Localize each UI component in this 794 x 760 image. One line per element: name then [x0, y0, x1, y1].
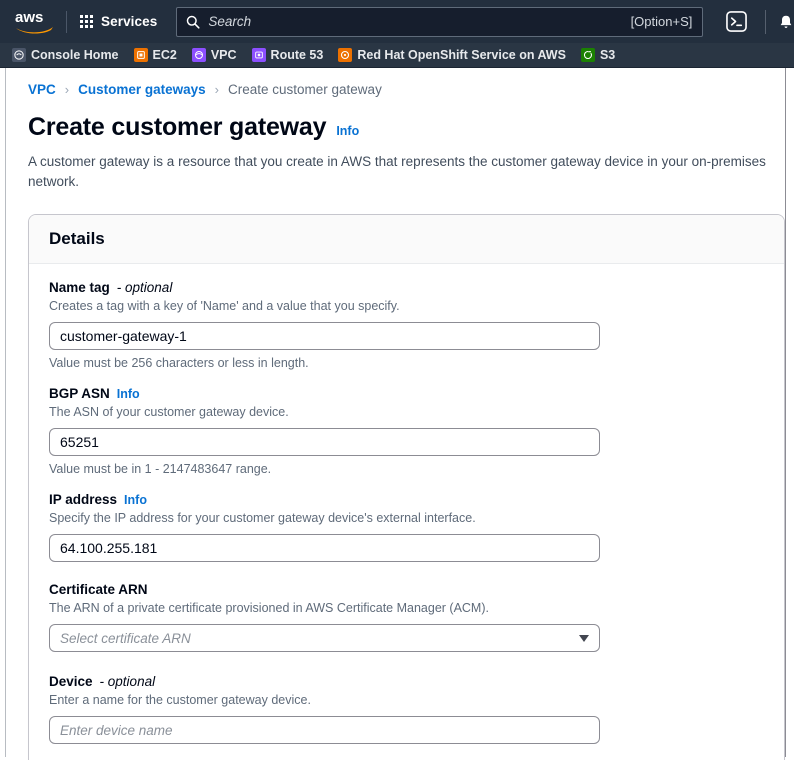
bgp-asn-constraint: Value must be in 1 - 2147483647 range.	[49, 462, 272, 476]
search-icon	[187, 15, 200, 29]
breadcrumb-separator: ›	[214, 82, 219, 97]
nav-right-group	[723, 0, 794, 43]
cloudshell-button[interactable]	[723, 9, 749, 35]
field-name-tag: Name tag - optional Creates a tag with a…	[49, 280, 764, 370]
aws-logo[interactable]: aws	[0, 0, 66, 43]
name-tag-value: customer-gateway-1	[60, 328, 187, 344]
name-tag-input[interactable]: customer-gateway-1	[49, 322, 600, 350]
page-content: VPC › Customer gateways › Create custome…	[0, 68, 794, 760]
field-description: The ARN of a private certificate provisi…	[49, 601, 489, 615]
chevron-down-icon	[579, 634, 589, 642]
bgp-asn-info-link[interactable]: Info	[117, 387, 140, 401]
grid-menu-icon	[80, 15, 93, 28]
ip-address-info-link[interactable]: Info	[124, 493, 147, 507]
top-navigation-bar: aws Services Search [Option+S]	[0, 0, 794, 43]
ip-address-value: 64.100.255.181	[60, 540, 158, 556]
notifications-bell-icon	[780, 15, 792, 28]
fav-label: EC2	[152, 48, 177, 62]
services-label: Services	[101, 14, 158, 29]
global-search-input[interactable]: Search [Option+S]	[176, 6, 704, 37]
field-optional-suffix: - optional	[116, 280, 173, 295]
fav-label: VPC	[210, 48, 237, 62]
fav-item-route-53[interactable]: Route 53	[251, 48, 333, 62]
field-description: Enter a name for the customer gateway de…	[49, 693, 311, 707]
route53-icon	[251, 48, 266, 62]
field-label-row: Certificate ARN	[49, 582, 764, 597]
svg-text:aws: aws	[15, 9, 43, 26]
field-description: The ASN of your customer gateway device.	[49, 405, 289, 419]
field-ip-address: IP address Info Specify the IP address f…	[49, 492, 764, 562]
field-label-row: Device - optional	[49, 674, 764, 689]
field-label-row: Name tag - optional	[49, 280, 764, 295]
field-label-text: Certificate ARN	[49, 582, 148, 597]
breadcrumb-separator: ›	[64, 82, 70, 97]
fav-item-s3[interactable]: S3	[580, 48, 624, 62]
details-heading: Details	[49, 229, 105, 248]
field-certificate-arn: Certificate ARN The ARN of a private cer…	[49, 582, 764, 652]
vpc-icon	[191, 48, 206, 62]
fav-item-console-home[interactable]: Console Home	[12, 48, 128, 62]
cloudshell-icon	[725, 11, 747, 32]
bgp-asn-value: 65251	[60, 434, 99, 450]
field-label-row: IP address Info	[49, 492, 764, 507]
name-tag-constraint: Value must be 256 characters or less in …	[49, 356, 309, 370]
details-card-header: Details	[29, 215, 784, 264]
breadcrumb-item-vpc[interactable]: VPC	[28, 82, 56, 97]
rosa-icon	[338, 48, 353, 62]
breadcrumb: VPC › Customer gateways › Create custome…	[0, 68, 794, 97]
field-device: Device - optional Enter a name for the c…	[49, 674, 764, 744]
page-description: A customer gateway is a resource that yo…	[28, 154, 766, 189]
fav-label: Route 53	[270, 48, 324, 62]
notifications-button[interactable]	[780, 0, 794, 43]
device-name-input[interactable]: Enter device name	[49, 716, 600, 744]
field-description: Creates a tag with a key of 'Name' and a…	[49, 299, 400, 313]
s3-icon	[580, 48, 595, 62]
fav-item-ec2[interactable]: EC2	[133, 48, 186, 62]
device-name-placeholder: Enter device name	[60, 722, 173, 738]
field-label-text: IP address	[49, 492, 118, 507]
page-title: Create customer gateway	[28, 113, 327, 141]
page-info-link[interactable]: Info	[336, 124, 359, 138]
field-optional-suffix: - optional	[99, 674, 156, 689]
fav-label: S3	[599, 48, 616, 62]
breadcrumb-item-current: Create customer gateway	[228, 82, 382, 97]
page-header: Create customer gateway Info	[0, 97, 794, 142]
field-label-row: BGP ASN Info	[49, 386, 764, 401]
fav-item-vpc[interactable]: VPC	[191, 48, 246, 62]
fav-item-red-hat-openshift[interactable]: Red Hat OpenShift Service on AWS	[338, 48, 575, 62]
ip-address-input[interactable]: 64.100.255.181	[49, 534, 600, 562]
search-placeholder: Search	[208, 14, 252, 29]
nav-divider-right	[765, 9, 766, 34]
field-label-text: BGP ASN	[49, 386, 110, 401]
certificate-arn-placeholder: Select certificate ARN	[60, 630, 191, 646]
field-description: Specify the IP address for your customer…	[49, 511, 476, 525]
fav-label: Red Hat OpenShift Service on AWS	[357, 48, 566, 62]
search-shortcut-hint: [Option+S]	[630, 14, 693, 29]
field-label-text: Device	[49, 674, 93, 689]
viewport-left-rule	[5, 68, 6, 757]
details-card-body: Name tag - optional Creates a tag with a…	[29, 264, 784, 744]
viewport-right-rule	[785, 68, 786, 757]
favorites-bar: Console Home EC2 VPC Route 53 Red Hat Op…	[0, 43, 794, 68]
ec2-icon	[133, 48, 148, 62]
aws-logo-icon: aws	[15, 9, 53, 34]
services-menu-button[interactable]: Services	[67, 0, 170, 43]
fav-label: Console Home	[31, 48, 119, 62]
breadcrumb-item-customer-gateways[interactable]: Customer gateways	[78, 82, 206, 97]
field-label-text: Name tag	[49, 280, 110, 295]
field-bgp-asn: BGP ASN Info The ASN of your customer ga…	[49, 386, 764, 476]
details-container: Details Name tag - optional Creates a ta…	[28, 214, 785, 760]
console-home-icon	[12, 48, 26, 62]
bgp-asn-input[interactable]: 65251	[49, 428, 600, 456]
certificate-arn-select[interactable]: Select certificate ARN	[49, 624, 600, 652]
